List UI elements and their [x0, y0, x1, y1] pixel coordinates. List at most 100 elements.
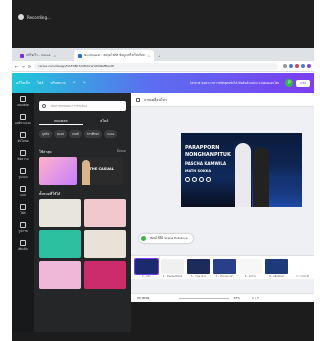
- rail-label: รูปแบบ: [18, 175, 28, 179]
- stat-icon: [199, 177, 204, 182]
- browser-tab-active[interactable]: Nonthawat - ลดจุดโฟกัส ข้อมูลเสร็จเรียบร…: [74, 50, 154, 61]
- zoom-level[interactable]: 33%: [233, 296, 240, 300]
- back-icon[interactable]: ←: [15, 64, 18, 69]
- text-icon: [20, 150, 26, 156]
- menu-home[interactable]: แก้ไขเล็ก: [16, 80, 30, 86]
- template-thumbnail[interactable]: [84, 261, 126, 289]
- notes-button[interactable]: หมายเหตุ: [137, 296, 149, 301]
- screen-frame: Recording... แก้ไขเร็ว – Canva × Nonthaw…: [12, 0, 314, 341]
- rail-label: แอป: [20, 193, 26, 197]
- panel-tabs: เทมเพลต สไตล์: [39, 117, 126, 125]
- reload-icon[interactable]: ⟳: [28, 64, 31, 69]
- forward-icon[interactable]: →: [21, 64, 24, 69]
- new-tab-button[interactable]: +: [154, 50, 165, 61]
- tab-styles[interactable]: สไตล์: [83, 117, 127, 125]
- filter-chips: ธุรกิจ ละคร เกมส์ การศึกษา Cute: [39, 130, 126, 138]
- rail-item-templates[interactable]: เทมเพลต: [12, 93, 34, 111]
- slide-stat-icons: [185, 177, 213, 182]
- template-thumbnail[interactable]: [84, 199, 126, 227]
- side-icon-rail: เทมเพลต องค์ประกอบ อัปโหลด ข้อความ รูปแบ…: [12, 93, 34, 341]
- menu-file[interactable]: ไฟล์: [37, 80, 43, 86]
- search-icon: [42, 104, 46, 108]
- stat-icon: [192, 177, 197, 182]
- browser-tab-strip: แก้ไขเร็ว – Canva × Nonthawat - ลดจุดโฟก…: [12, 48, 314, 61]
- rail-item-text[interactable]: ข้อความ: [12, 147, 34, 165]
- slide-title-line: PASCHA KAMWILA: [185, 161, 227, 166]
- page-thumbnail[interactable]: [239, 259, 262, 274]
- url-field[interactable]: canva.com/design/DAFX8K7/Q8cDrwYWXNsfB/e…: [34, 62, 278, 70]
- template-thumbnail[interactable]: [39, 157, 77, 185]
- tab-templates[interactable]: เทมเพลต: [39, 117, 83, 125]
- zoom-slider[interactable]: [179, 297, 230, 299]
- extension-icon[interactable]: [289, 64, 293, 68]
- editor-bottom-bar: หมายเหตุ 33% 1 / 7: [131, 293, 314, 302]
- menu-resize[interactable]: ปรับขนาด: [50, 80, 65, 86]
- stat-icon: [185, 177, 190, 182]
- page-thumbnail-label: 3 - กรุณาช่วย: [190, 275, 207, 278]
- scene-hint-popup[interactable]: ซ่อนไว้ที่นี่ Scene Entrance: [139, 234, 193, 243]
- rail-item-files[interactable]: ไฟล์: [12, 201, 34, 219]
- rail-label: องค์ประกอบ: [15, 121, 31, 125]
- page-thumbnail[interactable]: [134, 258, 159, 275]
- slide-title-line: NONGHANPITUK: [185, 152, 231, 158]
- browser-tab-canva[interactable]: แก้ไขเร็ว – Canva ×: [16, 50, 74, 61]
- template-figure: [81, 160, 90, 185]
- profile-icon[interactable]: [307, 64, 311, 68]
- share-button[interactable]: แชร์: [296, 79, 310, 87]
- editor-area: ภาพเคลื่อนไหว PARAPPORN NONGHANPITUK PAS…: [131, 93, 314, 341]
- page-thumbnail-label: 4 - ปรับปรุงเวลา: [215, 275, 234, 278]
- page-thumbnail[interactable]: [265, 259, 288, 274]
- page-thumbnail[interactable]: [291, 259, 314, 274]
- rail-item-apps[interactable]: แอป: [12, 183, 34, 201]
- avatar[interactable]: P: [285, 79, 294, 87]
- rail-item-more[interactable]: เพิ่มเติม: [12, 237, 34, 255]
- template-thumbnail[interactable]: THE CASUAL: [79, 157, 123, 185]
- extension-icon[interactable]: [301, 64, 305, 68]
- chip[interactable]: การศึกษา: [83, 130, 103, 138]
- extension-icon[interactable]: [295, 64, 299, 68]
- rail-label: เทมเพลต: [17, 103, 29, 107]
- redo-icon[interactable]: ↷: [83, 81, 86, 85]
- extension-icon[interactable]: [283, 64, 287, 68]
- close-tab-icon[interactable]: ×: [54, 54, 57, 58]
- all-label: ทั้งหมดที่ใช้ได้: [39, 192, 61, 196]
- rail-item-uploads[interactable]: อัปโหลด: [12, 129, 34, 147]
- see-all-link[interactable]: ทั้งหมด: [117, 149, 126, 155]
- hint-icon: [141, 236, 146, 241]
- templates-panel: ค้นหาเทมเพลต การนำเสนอ เทมเพลต สไตล์ ธุร…: [34, 93, 131, 341]
- templates-grid: [39, 199, 126, 289]
- template-thumbnail[interactable]: [39, 199, 81, 227]
- page-thumbnail-label: 5 - ค่าจ้าง: [244, 275, 257, 278]
- design-title[interactable]: ไตรมาส คนหาง กล่าวหนักสุดหนักได้ ทันต้นน…: [190, 81, 280, 86]
- slide-subtitle: MATH SOKKA: [185, 169, 212, 173]
- recording-indicator[interactable]: Recording...: [18, 14, 51, 20]
- template-thumbnail[interactable]: [84, 230, 126, 258]
- close-tab-icon[interactable]: ×: [148, 54, 151, 58]
- recent-templates-row: THE CASUAL: [39, 157, 126, 185]
- search-input[interactable]: ค้นหาเทมเพลต การนำเสนอ: [39, 101, 126, 111]
- rail-label: เพิ่มเติม: [18, 247, 28, 251]
- chip[interactable]: Cute: [104, 130, 118, 138]
- template-icon: [20, 96, 26, 102]
- shapes-icon: [20, 114, 26, 120]
- rail-item-elements[interactable]: องค์ประกอบ: [12, 111, 34, 129]
- template-thumbnail[interactable]: [39, 261, 81, 289]
- chip[interactable]: ละคร: [54, 130, 68, 138]
- template-thumbnail[interactable]: [39, 230, 81, 258]
- animate-button[interactable]: ภาพเคลื่อนไหว: [144, 97, 167, 103]
- chip[interactable]: เกมส์: [69, 130, 82, 138]
- page-thumbnail-strip: 1 - หน้า 2 - ขั้นตอนนิวัฒน์ 3 - กรุณาช่วย 4…: [131, 255, 314, 279]
- rail-item-photos[interactable]: รูปภาพ: [12, 219, 34, 237]
- rail-label: อัปโหลด: [17, 139, 29, 143]
- undo-icon[interactable]: ↶: [73, 81, 76, 85]
- rail-item-styles[interactable]: รูปแบบ: [12, 165, 34, 183]
- page-thumbnail[interactable]: [213, 259, 236, 274]
- slide-canvas[interactable]: PARAPPORN NONGHANPITUK PASCHA KAMWILA MA…: [181, 133, 302, 207]
- browser-tab-label: Nonthawat - ลดจุดโฟกัส ข้อมูลเสร็จเรียบร…: [84, 53, 145, 57]
- extensions-area: [281, 64, 311, 68]
- record-dot-icon: [18, 14, 24, 20]
- chip[interactable]: ธุรกิจ: [39, 130, 53, 138]
- upload-icon: [20, 132, 26, 138]
- page-thumbnail[interactable]: [187, 259, 210, 274]
- page-thumbnail[interactable]: [161, 259, 184, 274]
